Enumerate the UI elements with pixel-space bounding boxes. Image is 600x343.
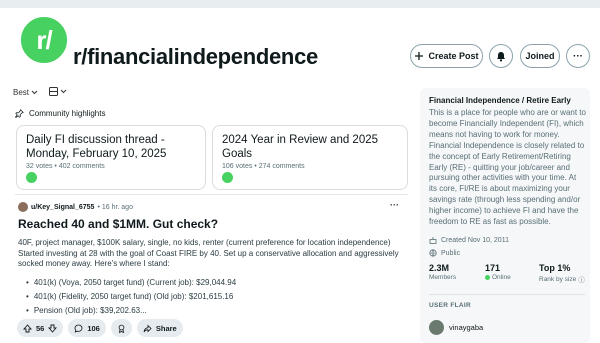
post-more-options-icon[interactable]: ··· — [390, 200, 399, 210]
community-banner — [0, 0, 600, 8]
pin-icon — [15, 109, 24, 118]
downvote-icon[interactable] — [48, 324, 58, 333]
list-item: 401(k) (Fidelity, 2050 target fund) (Old… — [26, 290, 236, 304]
share-button[interactable]: Share — [136, 319, 183, 337]
stat-members: 2.3M Members — [429, 263, 456, 281]
subreddit-avatar[interactable]: r/ — [18, 14, 70, 66]
comments-button[interactable]: 106 — [68, 319, 106, 337]
highlight-card-title: 2024 Year in Review and 2025 Goals — [222, 134, 379, 160]
user-avatar[interactable] — [18, 202, 28, 212]
highlights-label: Community highlights — [29, 109, 106, 118]
bell-icon — [497, 51, 505, 61]
highlight-card-meta: 106 votes • 274 comments — [222, 163, 305, 170]
notifications-button[interactable] — [489, 44, 513, 68]
vote-count: 56 — [36, 323, 45, 333]
user-flair[interactable]: vinaygaba — [429, 320, 483, 335]
upvote-icon[interactable] — [23, 323, 32, 333]
community-highlights-header: Community highlights — [15, 109, 105, 118]
create-post-button[interactable]: Create Post — [410, 44, 483, 68]
share-icon — [143, 324, 152, 332]
flair-avatar — [429, 320, 444, 335]
award-button[interactable] — [110, 319, 132, 337]
sort-label: Best — [13, 88, 30, 97]
visibility-row: Public — [429, 249, 460, 257]
comment-icon — [74, 324, 83, 333]
post-timestamp: • 16 hr. ago — [97, 203, 133, 211]
post-body: 40F, project manager, $100K salary, sing… — [18, 238, 399, 268]
view-dropdown[interactable] — [49, 87, 67, 96]
highlight-card-year-review[interactable]: 2024 Year in Review and 2025 Goals 106 v… — [212, 125, 408, 190]
joined-label: Joined — [525, 51, 555, 61]
announcement-icon — [26, 172, 37, 183]
online-label-row: Online — [485, 274, 511, 281]
stat-rank: Top 1% Rank by size ⓘ — [539, 263, 585, 284]
vote-pill: 56 — [17, 319, 64, 337]
chevron-down-icon — [60, 89, 67, 94]
share-label: Share — [155, 323, 177, 333]
sidebar-divider — [429, 294, 585, 295]
rank-label: Rank by size — [539, 275, 577, 283]
post-username[interactable]: u/Key_Signal_6755 — [31, 204, 94, 211]
post-divider — [15, 194, 408, 195]
highlight-card-title: Daily FI discussion thread - Monday, Feb… — [26, 134, 167, 160]
sidebar-title: Financial Independence / Retire Early — [429, 96, 571, 105]
list-item: 401(k) (Voya, 2050 target fund) (Current… — [26, 276, 236, 290]
plus-icon — [415, 52, 424, 60]
highlight-card-daily-thread[interactable]: Daily FI discussion thread - Monday, Feb… — [16, 125, 206, 190]
created-row: Created Nov 10, 2011 — [429, 236, 509, 244]
post-actions: 56 106 Share — [17, 319, 183, 337]
members-count: 2.3M — [429, 263, 450, 273]
more-options-button[interactable]: ··· — [566, 44, 590, 68]
sort-dropdown[interactable]: Best — [13, 88, 38, 97]
list-item: Pension (Old job): $39,202.63... — [26, 304, 236, 318]
online-count: 171 — [485, 263, 501, 273]
cake-icon — [429, 237, 437, 244]
award-icon — [118, 324, 125, 333]
chevron-down-icon — [31, 90, 38, 95]
stat-online: 171 Online — [485, 263, 511, 281]
post-meta: u/Key_Signal_6755 • 16 hr. ago — [18, 202, 133, 212]
more-label: ··· — [573, 50, 583, 62]
comment-count: 106 — [87, 323, 100, 333]
flair-username: vinaygaba — [449, 323, 484, 332]
post-title[interactable]: Reached 40 and $1MM. Gut check? — [18, 217, 218, 231]
highlight-card-meta: 32 votes • 402 comments — [26, 163, 105, 170]
created-date: Created Nov 10, 2011 — [441, 236, 509, 244]
rank-label-row: Rank by size ⓘ — [539, 274, 585, 285]
members-label: Members — [429, 274, 457, 281]
info-icon[interactable]: ⓘ — [578, 274, 585, 284]
globe-icon — [429, 249, 437, 257]
joined-button[interactable]: Joined — [520, 44, 560, 68]
visibility-label: Public — [441, 249, 461, 257]
user-flair-header: USER FLAIR — [429, 302, 471, 309]
avatar-text: r/ — [36, 24, 52, 55]
rank-value: Top 1% — [539, 263, 571, 273]
online-dot-icon — [485, 275, 490, 280]
sidebar-description: This is a place for people who are or wa… — [429, 108, 586, 227]
online-label: Online — [492, 274, 511, 281]
announcement-icon — [222, 172, 233, 183]
create-post-label: Create Post — [428, 51, 479, 61]
post-bullet-list: 401(k) (Voya, 2050 target fund) (Current… — [26, 276, 236, 318]
subreddit-name: r/financialindependence — [73, 44, 318, 69]
community-sidebar: Financial Independence / Retire Early Th… — [420, 88, 590, 343]
card-view-icon — [49, 87, 58, 96]
